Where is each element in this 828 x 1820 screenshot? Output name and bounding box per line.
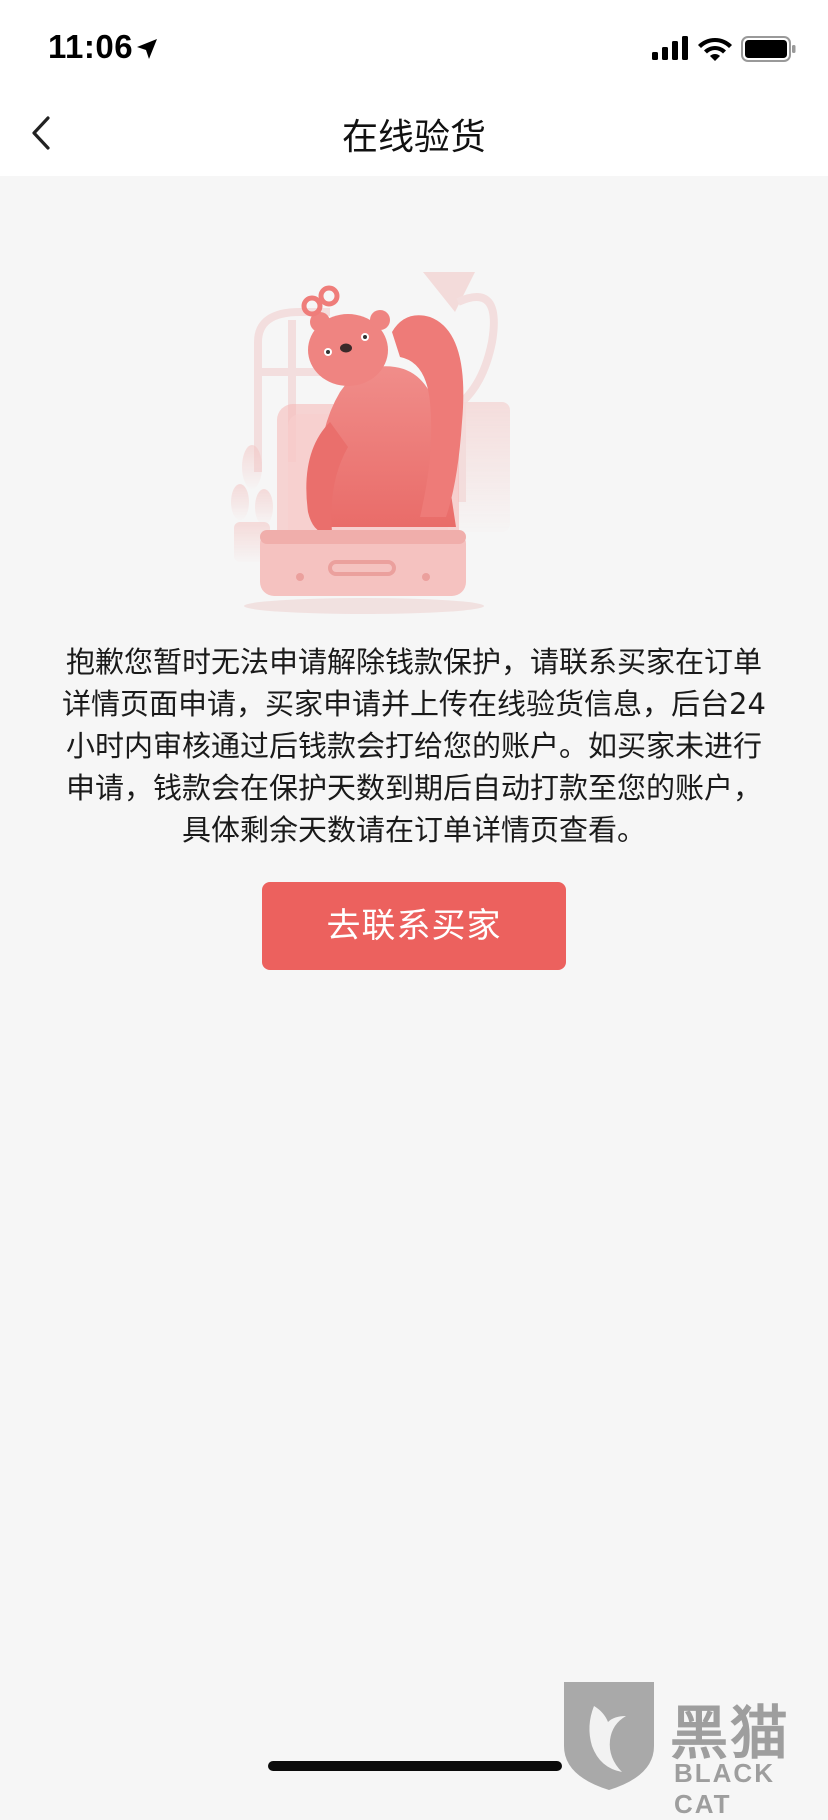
status-time: 11:06	[48, 28, 134, 65]
status-bar: 11:06	[0, 0, 828, 88]
message-line: 申请，钱款会在保护天数到期后自动打款至您的账户，	[65, 771, 762, 805]
main-content: 抱歉您暂时无法申请解除钱款保护，请联系买家在订单 详情页面申请，买家申请并上传在…	[0, 176, 828, 1792]
page-title: 在线验货	[341, 117, 486, 158]
contact-buyer-button[interactable]: 去联系买家	[262, 882, 566, 970]
protection-message: 抱歉您暂时无法申请解除钱款保护，请联系买家在订单 详情页面申请，买家申请并上传在…	[48, 641, 780, 851]
bear-in-suitcase-illustration	[231, 272, 510, 614]
home-indicator[interactable]	[268, 1761, 562, 1771]
location-arrow-icon	[137, 39, 157, 59]
watermark-brand: BLACK CAT	[674, 1758, 775, 1819]
navigation-bar: 在线验货	[0, 88, 828, 176]
message-line: 小时内审核通过后钱款会打给您的账户。如买家未进行	[65, 729, 762, 763]
black-cat-shield-icon	[564, 1682, 654, 1790]
watermark: 黑猫 BLACK CAT	[556, 1676, 828, 1819]
wifi-icon	[698, 38, 732, 61]
message-line: 具体剩余天数请在订单详情页查看。	[181, 813, 646, 847]
battery-icon	[741, 36, 796, 62]
message-line: 详情页面申请，买家申请并上传在线验货信息，后台24	[62, 687, 766, 721]
cellular-signal-icon	[652, 36, 688, 60]
message-line: 抱歉您暂时无法申请解除钱款保护，请联系买家在订单	[65, 645, 762, 679]
